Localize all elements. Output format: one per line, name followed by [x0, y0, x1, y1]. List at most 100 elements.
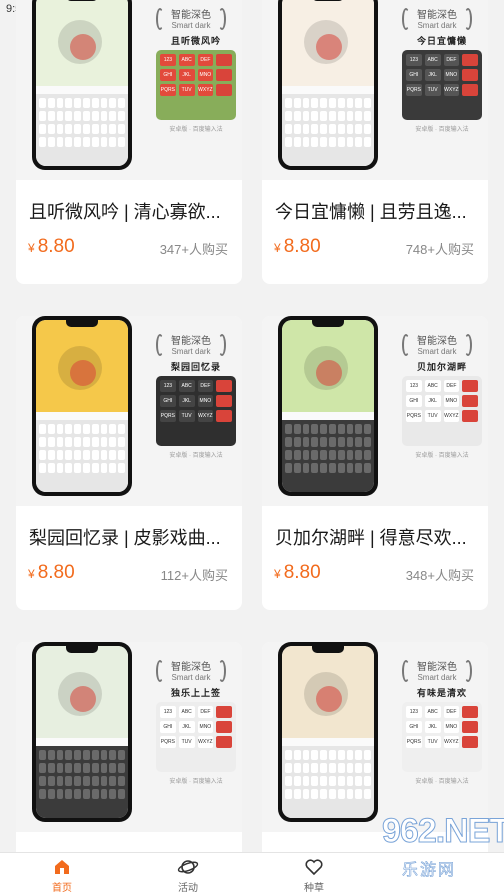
key: [355, 437, 363, 447]
key: [100, 450, 108, 460]
phone-mockup: [32, 316, 132, 496]
key: [91, 776, 99, 786]
pad-key: PQRS: [406, 736, 422, 748]
key: [346, 763, 354, 773]
key: [100, 463, 108, 473]
key: [91, 124, 99, 134]
pad-key: [216, 54, 232, 66]
key: [364, 789, 371, 799]
pad-key: [216, 706, 232, 718]
pad-key: [216, 69, 232, 81]
pad-key: TUV: [178, 84, 195, 96]
key: [302, 98, 310, 108]
pad-key: MNO: [197, 721, 214, 733]
key: [118, 424, 125, 434]
nav-discover[interactable]: 种草: [284, 857, 344, 894]
footer-note: 安卓版 · 百度输入法: [169, 779, 223, 785]
nav-home[interactable]: 首页: [32, 857, 92, 894]
planet-icon: [177, 860, 199, 874]
key: [118, 98, 125, 108]
key: [302, 750, 310, 760]
key: [311, 776, 319, 786]
key: [91, 463, 99, 473]
sold-count: 112+人购买: [160, 568, 228, 583]
product-title[interactable]: 且听微风吟 | 清心寡欲...: [29, 198, 234, 224]
footer-note: 安卓版 · 百度输入法: [169, 127, 223, 133]
smart-dark-badge: 智能深色 Smart dark: [146, 332, 236, 356]
sold-count: 348+人购买: [405, 568, 474, 583]
product-card[interactable]: 智能深色 Smart dark 且听微风吟 123 ABC DEF GHI JKL MNO…: [16, 0, 242, 284]
sold-count: 748+人购买: [405, 242, 474, 257]
product-card[interactable]: 智能深色 Smart dark 梨园回忆录 123 ABC DEF GHI JKL MNO…: [16, 316, 242, 610]
key: [329, 789, 336, 799]
product-card[interactable]: 智能深色 Smart dark 今日宜慵懒 123 ABC DEF GHI JKL MNO…: [262, 0, 488, 284]
phone-mockup: [278, 316, 378, 496]
product-title[interactable]: 梨园回忆录 | 皮影戏曲...: [29, 524, 234, 550]
key: [355, 124, 363, 134]
key: [311, 98, 319, 108]
pad-key: 123: [406, 380, 422, 392]
product-thumbnail: 智能深色 Smart dark 梨园回忆录 123 ABC DEF GHI JKL MNO…: [16, 316, 242, 506]
product-thumbnail: 智能深色 Smart dark 独乐上上签 123 ABC DEF GHI JKL MNO…: [16, 642, 242, 832]
keypad-preview: 123 ABC DEF GHI JKL MNO PQRS TUV WXYZ: [402, 376, 482, 446]
product-card[interactable]: 智能深色 Smart dark 贝加尔湖畔 123 ABC DEF GHI JKL MNO…: [262, 316, 488, 610]
key: [100, 437, 108, 447]
key: [118, 750, 125, 760]
product-title[interactable]: 贝加尔湖畔 | 得意尽欢...: [275, 524, 480, 550]
key: [355, 789, 363, 799]
key: [364, 124, 371, 134]
key: [337, 424, 345, 434]
key: [47, 98, 55, 108]
product-title[interactable]: 今日宜慵懒 | 且劳且逸...: [275, 198, 480, 224]
key: [285, 111, 292, 121]
smart-dark-badge: 智能深色 Smart dark: [392, 332, 482, 356]
key: [320, 124, 327, 134]
key: [302, 137, 310, 147]
nav-activity[interactable]: 活动: [158, 857, 218, 894]
key: [65, 98, 73, 108]
key: [91, 789, 99, 799]
key: [302, 463, 310, 473]
theme-tagline: 且听微风吟: [170, 36, 221, 46]
product-thumbnail: 智能深色 Smart dark 有味是清欢 123 ABC DEF GHI JKL MNO…: [262, 642, 488, 832]
key: [346, 789, 354, 799]
key: [109, 437, 117, 447]
pad-key: WXYZ: [197, 84, 214, 96]
key: [118, 137, 125, 147]
key: [329, 763, 336, 773]
key: [320, 424, 327, 434]
key: [83, 463, 90, 473]
nav-label: 种草: [304, 883, 324, 894]
key: [346, 424, 354, 434]
key: [337, 463, 345, 473]
key: [302, 763, 310, 773]
pad-key: PQRS: [406, 410, 422, 422]
key: [346, 776, 354, 786]
smart-dark-badge: 智能深色 Smart dark: [146, 658, 236, 682]
key: [74, 450, 81, 460]
key: [118, 111, 125, 121]
key: [293, 789, 301, 799]
key: [346, 137, 354, 147]
pad-key: 123: [160, 380, 176, 392]
key: [47, 137, 55, 147]
footer-note: 安卓版 · 百度输入法: [169, 453, 223, 459]
key: [56, 137, 64, 147]
key: [39, 463, 46, 473]
price-value: 8.80: [37, 236, 75, 257]
product-card[interactable]: 智能深色 Smart dark 独乐上上签 123 ABC DEF GHI JKL MNO…: [16, 642, 242, 862]
pad-key: DEF: [443, 380, 460, 392]
key: [329, 776, 336, 786]
key: [355, 98, 363, 108]
pad-key: WXYZ: [197, 736, 214, 748]
pad-key: PQRS: [406, 84, 422, 96]
pad-key: ABC: [424, 54, 441, 66]
key: [91, 450, 99, 460]
key: [118, 450, 125, 460]
key: [56, 763, 64, 773]
key: [355, 424, 363, 434]
pad-key: [462, 69, 478, 81]
pad-key: [462, 410, 478, 422]
pad-key: JKL: [424, 69, 441, 81]
key: [56, 450, 64, 460]
